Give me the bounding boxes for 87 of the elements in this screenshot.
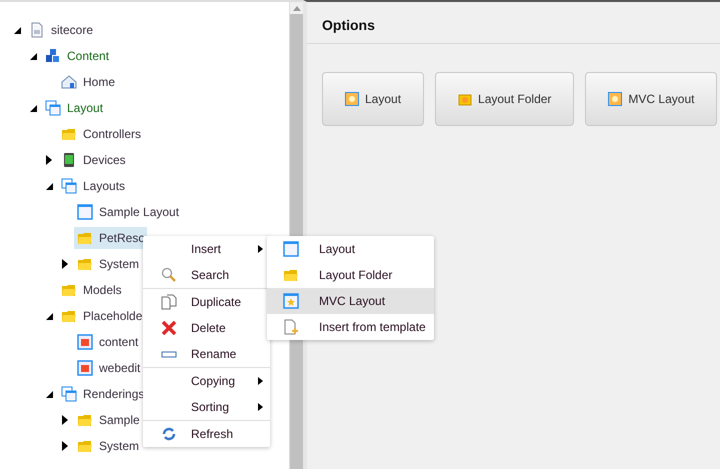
tree-item[interactable]: Models — [58, 279, 125, 301]
tree-item-label: Devices — [83, 153, 126, 167]
tree-item[interactable]: Devices — [58, 149, 129, 171]
tree-item-label: Home — [83, 75, 116, 89]
folder-icon — [77, 256, 93, 272]
collapsed-triangle-icon[interactable] — [62, 441, 68, 451]
tree-item-label: Layout — [67, 101, 104, 115]
grid-window-icon — [77, 360, 93, 376]
expanded-triangle-icon[interactable] — [30, 104, 37, 112]
menu-item[interactable]: Layout Folder — [267, 262, 434, 288]
menu-item[interactable]: Search — [143, 262, 270, 288]
menu-item[interactable]: MVC Layout — [267, 288, 434, 314]
tree-item[interactable]: Home — [58, 71, 118, 93]
window-icon — [608, 92, 622, 106]
collapsed-triangle-icon[interactable] — [62, 415, 68, 425]
tree-item-label: PetResc — [99, 231, 144, 245]
tree-item-label: Models — [83, 283, 122, 297]
option-button[interactable]: Layout — [322, 72, 424, 126]
tree-item-label: Renderings — [83, 387, 144, 401]
house-icon — [61, 74, 77, 90]
folder-icon — [458, 92, 472, 106]
tree-item-label: Placeholde — [83, 309, 142, 323]
tree-item[interactable]: Sample Layout — [74, 201, 182, 223]
options-title: Options — [307, 2, 720, 44]
expanded-triangle-icon[interactable] — [30, 52, 37, 60]
cubes-icon — [45, 48, 61, 64]
expanded-triangle-icon[interactable] — [14, 26, 21, 34]
search-icon — [161, 267, 177, 283]
tree-item[interactable]: System — [74, 435, 142, 457]
menu-item[interactable]: Layout — [267, 236, 434, 262]
folder-icon — [77, 438, 93, 454]
folder-icon — [77, 412, 93, 428]
device-icon — [61, 152, 77, 168]
new-document-icon — [283, 319, 299, 335]
tree-item-label: System — [99, 439, 140, 453]
tree-item-label: Content — [67, 49, 110, 63]
menu-item[interactable]: Refresh — [143, 421, 270, 447]
tree-item[interactable]: PetResc — [74, 227, 148, 249]
tree-item[interactable]: Content — [42, 45, 112, 67]
window-icon — [345, 92, 359, 106]
tree-item[interactable]: Layouts — [58, 175, 128, 197]
tree-item-label: Controllers — [83, 127, 142, 141]
tree-item-label: webedit — [99, 361, 140, 375]
copy-icon — [161, 294, 177, 310]
submenu-arrow-icon — [258, 245, 263, 253]
folder-icon — [61, 126, 77, 142]
tree-item[interactable]: webedit — [74, 357, 144, 379]
folder-icon — [77, 230, 93, 246]
tree-item-label: Sample Layout — [99, 205, 180, 219]
submenu-arrow-icon — [258, 403, 263, 411]
collapsed-triangle-icon[interactable] — [62, 259, 68, 269]
document-icon — [29, 22, 45, 38]
tree-item-label: content — [99, 335, 138, 349]
collapsed-triangle-icon[interactable] — [46, 155, 52, 165]
tree-item[interactable]: Layout — [42, 97, 106, 119]
tree-item[interactable]: Controllers — [58, 123, 144, 145]
submenu-arrow-icon — [258, 377, 263, 385]
tree-item-label: System — [99, 257, 140, 271]
grid-window-icon — [77, 334, 93, 350]
menu-item[interactable]: Delete — [143, 315, 270, 341]
tree-item[interactable]: content — [74, 331, 142, 353]
option-button[interactable]: Layout Folder — [435, 72, 574, 126]
star-window-icon — [283, 293, 299, 309]
window-icon — [77, 204, 93, 220]
refresh-icon — [161, 426, 177, 442]
folder-icon — [61, 282, 77, 298]
expanded-triangle-icon[interactable] — [46, 390, 53, 398]
tree-item[interactable]: Placeholde — [58, 305, 146, 327]
tree-item[interactable]: sitecore — [26, 19, 96, 41]
tree-item-label: Layouts — [83, 179, 126, 193]
tree-item[interactable]: System — [74, 253, 142, 275]
expanded-triangle-icon[interactable] — [46, 182, 53, 190]
folder-icon — [61, 308, 77, 324]
menu-item[interactable]: Duplicate — [143, 289, 270, 315]
expanded-triangle-icon[interactable] — [46, 312, 53, 320]
tree-item[interactable]: Sample — [74, 409, 143, 431]
menu-item[interactable]: Insert from template — [267, 314, 434, 340]
option-button[interactable]: MVC Layout — [585, 72, 718, 126]
windows-icon — [45, 100, 61, 116]
folder-icon — [283, 267, 299, 283]
x-icon — [161, 320, 177, 336]
windows-icon — [61, 178, 77, 194]
tree-item-label: sitecore — [51, 23, 94, 37]
stacked-windows-icon — [61, 386, 77, 402]
window-icon — [283, 241, 299, 257]
tree-item-label: Sample — [99, 413, 140, 427]
menu-item[interactable]: Rename — [143, 341, 270, 367]
